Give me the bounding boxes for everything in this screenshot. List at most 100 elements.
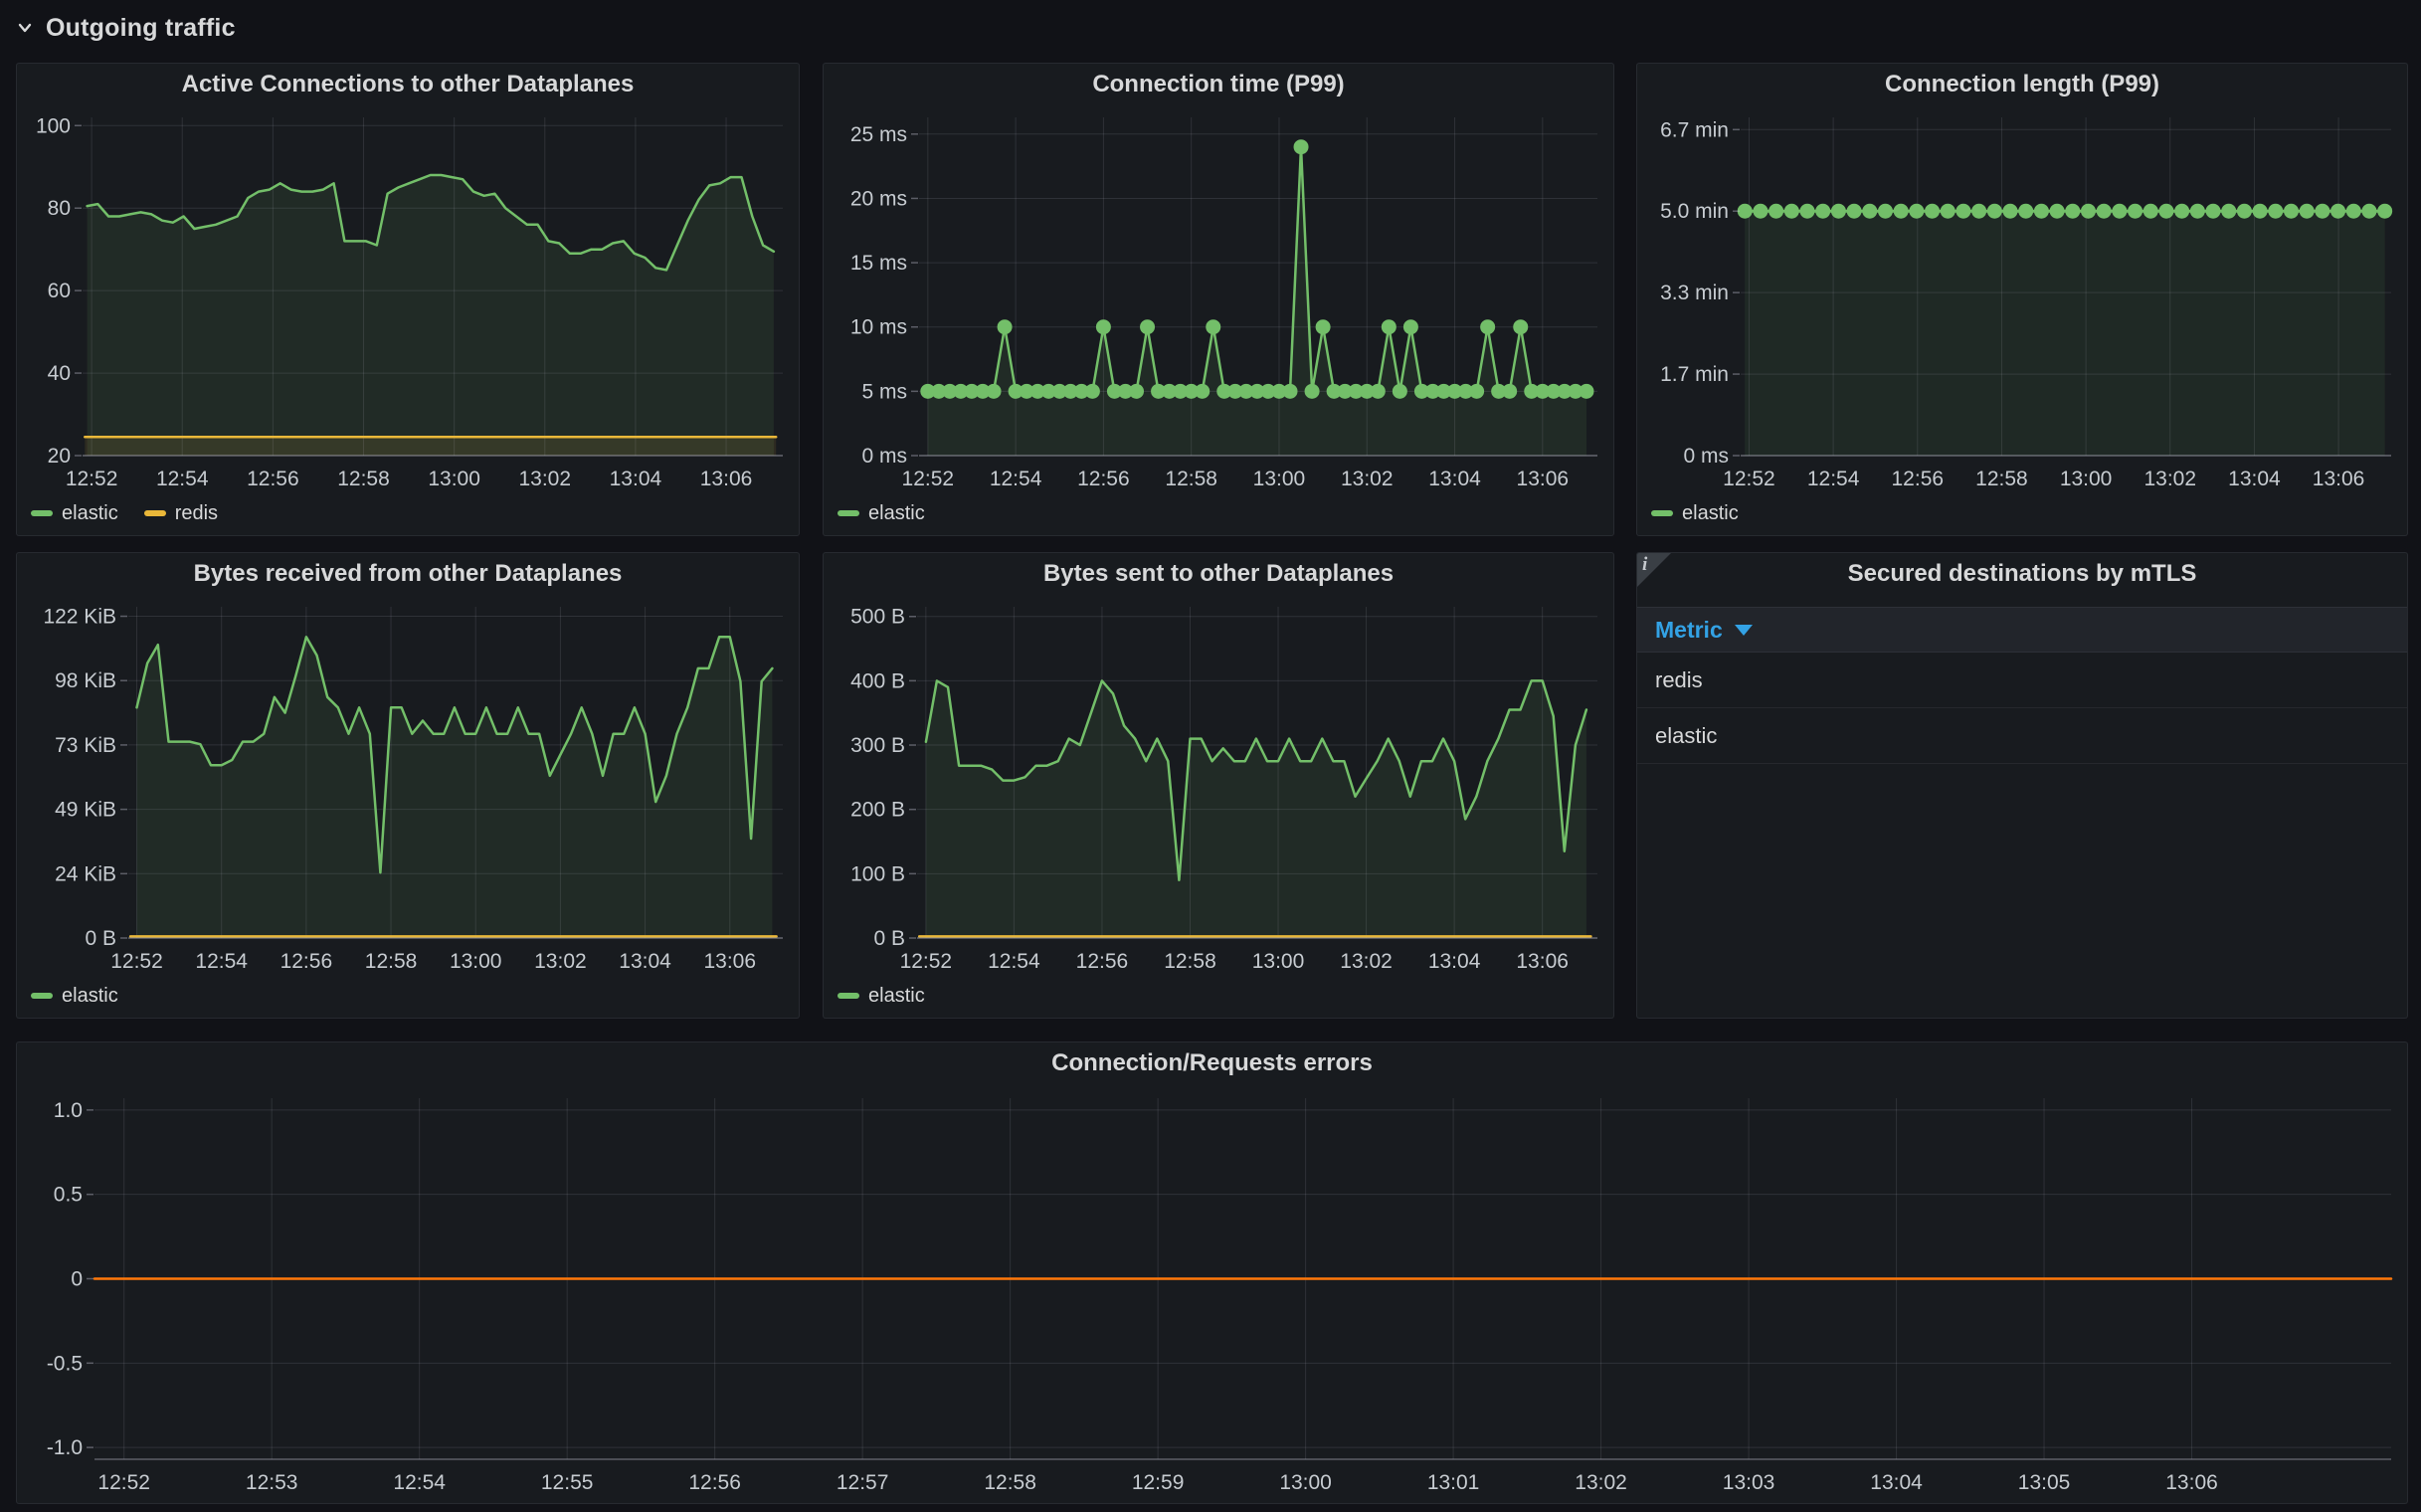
svg-text:13:06: 13:06: [700, 468, 753, 490]
table-cell-metric: elastic: [1655, 723, 1717, 749]
svg-text:12:58: 12:58: [1165, 468, 1217, 490]
svg-text:20: 20: [48, 445, 71, 468]
section-title: Outgoing traffic: [46, 14, 236, 43]
svg-text:200 B: 200 B: [850, 799, 905, 822]
svg-text:13:00: 13:00: [428, 468, 480, 490]
panel-title[interactable]: Bytes sent to other Dataplanes: [824, 553, 1613, 593]
table-header-label: Metric: [1655, 617, 1723, 644]
svg-text:12:57: 12:57: [837, 1471, 889, 1494]
svg-text:13:02: 13:02: [518, 468, 571, 490]
svg-text:12:56: 12:56: [247, 468, 299, 490]
svg-text:13:01: 13:01: [1427, 1471, 1480, 1494]
legend-item-elastic[interactable]: elastic: [838, 502, 925, 525]
svg-text:13:06: 13:06: [1517, 468, 1570, 490]
legend: elastic redis: [31, 495, 789, 531]
legend-label: elastic: [62, 502, 118, 525]
svg-text:13:00: 13:00: [1252, 950, 1305, 973]
svg-text:0 B: 0 B: [873, 927, 905, 950]
legend-item-elastic[interactable]: elastic: [31, 502, 118, 525]
svg-text:13:04: 13:04: [1428, 950, 1481, 973]
legend-item-elastic[interactable]: elastic: [1651, 502, 1739, 525]
svg-text:13:04: 13:04: [619, 950, 671, 973]
connection-time-chart: 0 ms5 ms10 ms15 ms20 ms25 ms12:5212:5412…: [824, 103, 1613, 495]
panel-title[interactable]: Bytes received from other Dataplanes: [17, 553, 799, 593]
panel-title[interactable]: Connection/Requests errors: [17, 1042, 2407, 1082]
svg-text:-0.5: -0.5: [47, 1352, 83, 1375]
panel-bytes-received: Bytes received from other Dataplanes 0 B…: [16, 552, 800, 1019]
svg-text:100 B: 100 B: [850, 862, 905, 885]
series-fills: [1745, 211, 2385, 456]
svg-text:13:06: 13:06: [1516, 950, 1569, 973]
svg-text:400 B: 400 B: [850, 669, 905, 692]
section-row-outgoing-traffic[interactable]: Outgoing traffic: [14, 10, 236, 46]
table-header-metric[interactable]: Metric: [1637, 607, 2407, 653]
dashboard-root: Outgoing traffic Active Connections to o…: [0, 0, 2421, 1512]
svg-text:24 KiB: 24 KiB: [55, 862, 116, 885]
legend-label: elastic: [868, 985, 925, 1008]
panel-active-connections: Active Connections to other Dataplanes 2…: [16, 63, 800, 536]
series-fills: [928, 147, 1586, 456]
panel-connection-time: Connection time (P99) 0 ms5 ms10 ms15 ms…: [823, 63, 1614, 536]
svg-text:12:58: 12:58: [337, 468, 390, 490]
bytes-received-chart: 0 B24 KiB49 KiB73 KiB98 KiB122 KiB12:521…: [17, 593, 799, 978]
svg-text:13:02: 13:02: [1575, 1471, 1627, 1494]
svg-text:0 ms: 0 ms: [861, 445, 907, 468]
table-cell-metric: redis: [1655, 667, 1703, 693]
panel-title[interactable]: Connection length (P99): [1637, 64, 2407, 103]
svg-text:13:00: 13:00: [1253, 468, 1306, 490]
svg-text:13:00: 13:00: [450, 950, 502, 973]
svg-text:13:00: 13:00: [1279, 1471, 1332, 1494]
svg-text:73 KiB: 73 KiB: [55, 734, 116, 757]
svg-text:12:56: 12:56: [688, 1471, 741, 1494]
svg-text:100: 100: [36, 114, 71, 137]
legend-swatch: [838, 510, 859, 516]
svg-text:300 B: 300 B: [850, 734, 905, 757]
legend-label: redis: [175, 502, 218, 525]
panel-title[interactable]: Secured destinations by mTLS: [1637, 553, 2407, 593]
legend: elastic: [31, 978, 789, 1014]
table-row[interactable]: elastic: [1637, 708, 2407, 764]
chart-area: -1.0-0.500.51.012:5212:5312:5412:5512:56…: [17, 1084, 2407, 1499]
panel-title[interactable]: Connection time (P99): [824, 64, 1613, 103]
legend-item-redis[interactable]: redis: [144, 502, 218, 525]
svg-text:12:52: 12:52: [66, 468, 118, 490]
svg-text:13:05: 13:05: [2018, 1471, 2071, 1494]
svg-text:12:52: 12:52: [900, 950, 953, 973]
legend: elastic: [1651, 495, 2397, 531]
svg-text:-1.0: -1.0: [47, 1436, 83, 1459]
axes: -1.0-0.500.51.012:5212:5312:5412:5512:56…: [47, 1099, 2391, 1494]
svg-text:12:58: 12:58: [984, 1471, 1036, 1494]
svg-text:6.7 min: 6.7 min: [1660, 118, 1729, 141]
svg-text:12:52: 12:52: [97, 1471, 150, 1494]
panel-title[interactable]: Active Connections to other Dataplanes: [17, 64, 799, 103]
panel-bytes-sent: Bytes sent to other Dataplanes 0 B 100 B 2…: [823, 552, 1614, 1019]
svg-text:1.0: 1.0: [54, 1099, 83, 1122]
svg-text:0 ms: 0 ms: [1683, 445, 1729, 468]
svg-text:12:58: 12:58: [1975, 468, 2028, 490]
series-fills: [137, 637, 773, 938]
svg-text:12:56: 12:56: [1077, 468, 1130, 490]
svg-text:5 ms: 5 ms: [861, 380, 907, 403]
table-row[interactable]: redis: [1637, 653, 2407, 708]
svg-text:12:55: 12:55: [541, 1471, 594, 1494]
panel-info-icon[interactable]: i: [1637, 553, 1671, 587]
svg-text:12:54: 12:54: [988, 950, 1040, 973]
svg-text:0 B: 0 B: [85, 927, 116, 950]
chart-area: 0 ms5 ms10 ms15 ms20 ms25 ms12:5212:5412…: [824, 103, 1613, 495]
svg-text:12:59: 12:59: [1132, 1471, 1185, 1494]
svg-text:13:04: 13:04: [2228, 468, 2281, 490]
legend-item-elastic[interactable]: elastic: [838, 985, 925, 1008]
legend-item-elastic[interactable]: elastic: [31, 985, 118, 1008]
svg-text:12:56: 12:56: [1892, 468, 1945, 490]
panel-secured-destinations: i Secured destinations by mTLS Metric re…: [1636, 552, 2408, 1019]
svg-text:13:04: 13:04: [1428, 468, 1481, 490]
svg-text:5.0 min: 5.0 min: [1660, 200, 1729, 223]
svg-text:12:56: 12:56: [1076, 950, 1129, 973]
svg-text:3.3 min: 3.3 min: [1660, 282, 1729, 304]
info-glyph: i: [1642, 554, 1647, 576]
legend-swatch: [838, 993, 859, 999]
sort-caret-down-icon: [1735, 625, 1753, 636]
svg-text:0.5: 0.5: [54, 1184, 83, 1207]
legend-label: elastic: [62, 985, 118, 1008]
legend: elastic: [838, 495, 1603, 531]
